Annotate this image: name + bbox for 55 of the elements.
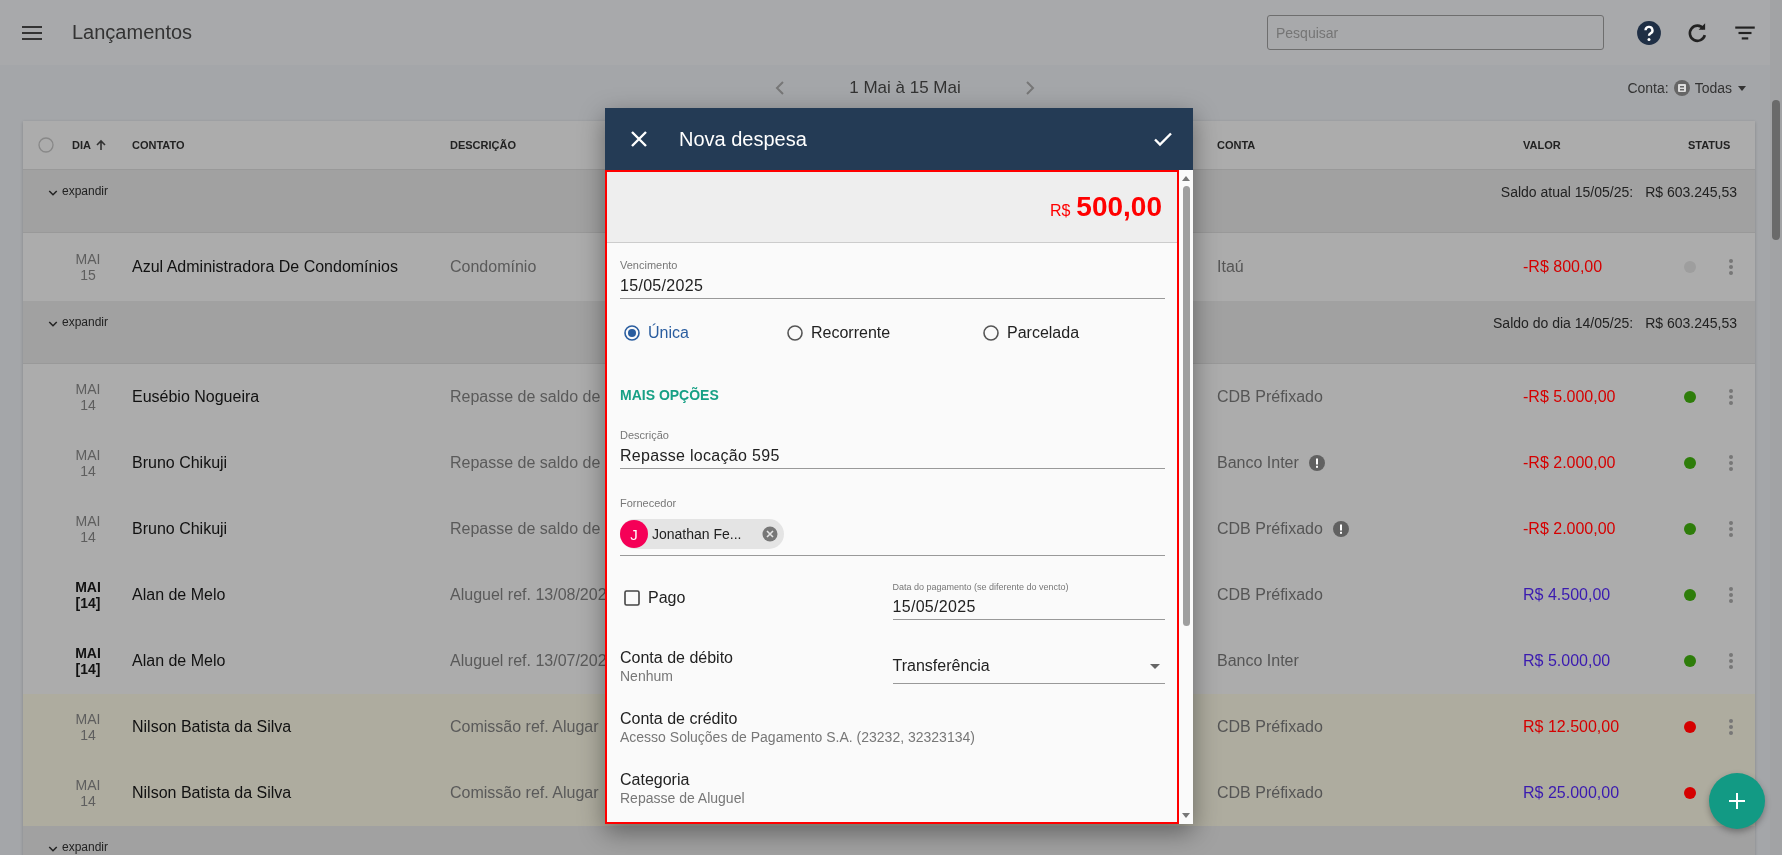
- account-cell: CDB Préfixado: [1217, 586, 1323, 604]
- contact-cell-text: Nilson Batista da Silva: [132, 784, 293, 802]
- account-cell: Banco Inter: [1217, 652, 1299, 670]
- date-cell-text: MAI [14]: [74, 645, 102, 677]
- date-cell-text: MAI 14: [74, 447, 102, 479]
- description-cell: Comissão ref. Alugar: [450, 718, 599, 736]
- date-cell-text: MAI 14: [74, 711, 102, 743]
- description-cell: Aluguel ref. 13/07/202: [450, 652, 607, 670]
- credit-account-value: Acesso Soluções de Pagamento S.A. (23232, 32323134): [620, 729, 976, 745]
- amount-cell-text: -R$ 5.000,00: [1523, 388, 1617, 406]
- description-cell: Comissão ref. Alugar: [450, 784, 599, 802]
- amount-cell-text: -R$ 2.000,00: [1523, 520, 1617, 538]
- description-cell: Repasse de saldo de: [450, 454, 601, 472]
- description-cell: Repasse de saldo de: [450, 520, 601, 538]
- amount-cell-text: -R$ 800,00: [1523, 258, 1604, 276]
- period-label: 1 Mai à 15 Mai: [849, 78, 961, 98]
- contact-cell-text: Eusébio Nogueira: [132, 388, 261, 406]
- contact-cell-text: Alan de Melo: [132, 652, 227, 670]
- contact-cell-text: Bruno Chikuji: [132, 454, 229, 472]
- debit-account-value: Nenhum: [620, 667, 674, 684]
- account-cell: CDB Préfixado: [1217, 784, 1323, 802]
- amount-cell-text: R$ 5.000,00: [1523, 652, 1612, 670]
- description-cell: Repasse de saldo de: [450, 388, 601, 406]
- account-cell: CDB Préfixado: [1217, 520, 1323, 538]
- balance-label: Saldo atual 15/05/25:: [1500, 184, 1634, 200]
- balance-value: R$ 603.245,53: [1645, 315, 1737, 331]
- amount-cell-text: R$ 4.500,00: [1523, 586, 1612, 604]
- category-value: Repasse de Aluguel: [620, 790, 746, 806]
- account-cell: Itaú: [1217, 258, 1244, 276]
- account-cell: CDB Préfixado: [1217, 388, 1323, 406]
- contact-cell-text: Nilson Batista da Silva: [132, 718, 293, 736]
- date-cell-text: MAI 14: [74, 513, 102, 545]
- date-cell-text: MAI 14: [74, 777, 102, 809]
- balance-label: Saldo do dia 14/05/25:: [1493, 315, 1634, 331]
- amount-cell-text: R$ 12.500,00: [1523, 718, 1621, 736]
- contact-cell-text: Alan de Melo: [132, 586, 227, 604]
- avatar: J: [620, 520, 648, 548]
- description-cell: Aluguel ref. 13/08/202: [450, 586, 607, 604]
- date-cell-text: MAI 14: [74, 381, 102, 413]
- account-cell: CDB Préfixado: [1217, 718, 1323, 736]
- contact-cell-text: Azul Administradora De Condomínios: [132, 258, 399, 276]
- chip-label: Jonathan Fe...: [652, 526, 742, 542]
- currency-label: R$: [1049, 202, 1071, 220]
- amount-cell-text: -R$ 2.000,00: [1523, 454, 1617, 472]
- date-cell-text: MAI [14]: [74, 579, 102, 611]
- description-cell: Condomínio: [450, 258, 537, 276]
- date-cell-text: MAI 15: [74, 251, 102, 283]
- account-cell: Banco Inter: [1217, 454, 1299, 472]
- contact-cell-text: Bruno Chikuji: [132, 520, 229, 538]
- dialog-title: Nova despesa: [679, 127, 808, 151]
- balance-value: R$ 603.245,53: [1645, 184, 1737, 200]
- page-title: Lançamentos: [72, 21, 193, 44]
- field-label: Fornecedor: [620, 497, 678, 509]
- amount-cell-text: R$ 25.000,00: [1523, 784, 1621, 802]
- account-filter-label: Conta:: [1627, 80, 1669, 96]
